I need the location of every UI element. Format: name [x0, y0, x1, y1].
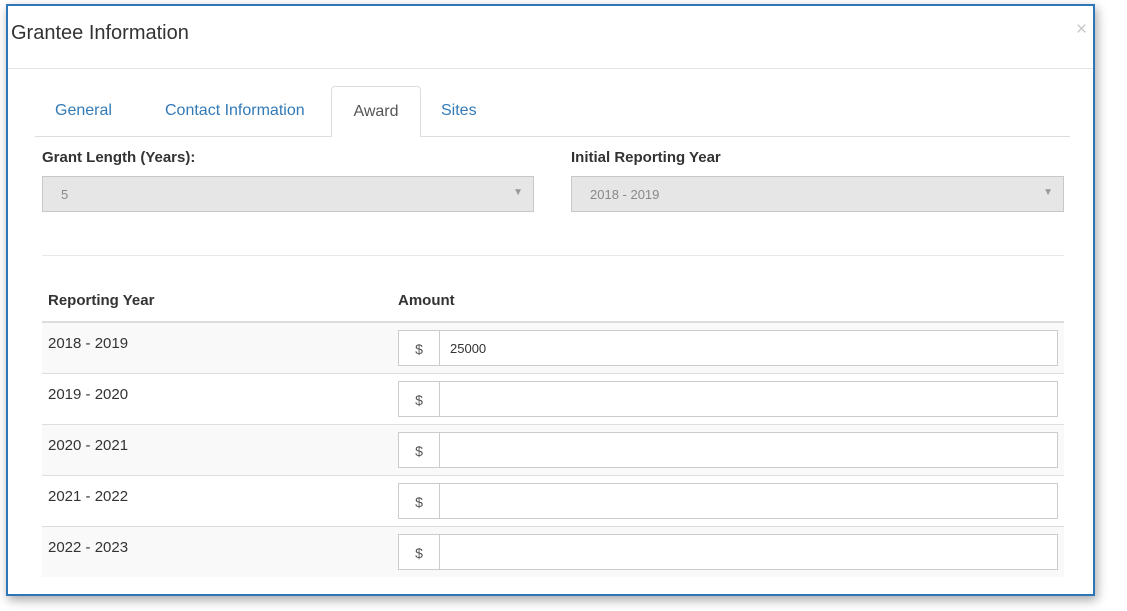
- amount-input-group: $: [398, 483, 1058, 519]
- modal-header: Grantee Information ×: [8, 6, 1093, 69]
- modal-title: Grantee Information: [11, 22, 189, 44]
- caret-down-icon: ▼: [513, 187, 523, 198]
- currency-addon: $: [399, 484, 440, 518]
- reporting-year-cell: 2019 - 2020: [48, 386, 129, 403]
- amount-input[interactable]: [440, 331, 1057, 365]
- tab-contact-information[interactable]: Contact Information: [145, 86, 325, 136]
- grantee-modal: Grantee Information × General Contact In…: [6, 4, 1095, 596]
- currency-addon: $: [399, 331, 440, 365]
- grant-length-label: Grant Length (Years):: [42, 149, 196, 166]
- header-reporting-year: Reporting Year: [48, 292, 155, 309]
- close-icon[interactable]: ×: [1076, 20, 1087, 39]
- section-divider: [42, 255, 1064, 256]
- grant-length-value: 5: [61, 187, 69, 202]
- table-row: 2018 - 2019 $: [42, 323, 1064, 374]
- table-row: 2020 - 2021 $: [42, 425, 1064, 476]
- amount-input[interactable]: [440, 433, 1057, 467]
- header-amount: Amount: [398, 292, 455, 309]
- amount-input[interactable]: [440, 484, 1057, 518]
- reporting-year-cell: 2018 - 2019: [48, 335, 129, 352]
- tab-general[interactable]: General: [35, 86, 132, 136]
- currency-addon: $: [399, 433, 440, 467]
- table-header: Reporting Year Amount: [42, 286, 1064, 323]
- amount-input[interactable]: [440, 535, 1057, 569]
- reporting-year-cell: 2022 - 2023: [48, 539, 129, 556]
- tab-sites[interactable]: Sites: [421, 86, 497, 136]
- reporting-year-cell: 2021 - 2022: [48, 488, 129, 505]
- tab-award[interactable]: Award: [331, 86, 421, 137]
- amount-input-group: $: [398, 432, 1058, 468]
- grant-length-select[interactable]: 5 ▼: [42, 176, 534, 212]
- currency-addon: $: [399, 535, 440, 569]
- caret-down-icon: ▼: [1043, 187, 1053, 198]
- initial-reporting-year-select[interactable]: 2018 - 2019 ▼: [571, 176, 1064, 212]
- amount-input-group: $: [398, 330, 1058, 366]
- amount-input-group: $: [398, 534, 1058, 570]
- amount-input[interactable]: [440, 382, 1057, 416]
- tab-bar: General Contact Information Award Sites: [35, 86, 1070, 137]
- reporting-year-cell: 2020 - 2021: [48, 437, 129, 454]
- award-table: Reporting Year Amount 2018 - 2019 $ 2019…: [42, 286, 1064, 577]
- amount-input-group: $: [398, 381, 1058, 417]
- initial-reporting-year-value: 2018 - 2019: [590, 187, 660, 202]
- table-row: 2022 - 2023 $: [42, 527, 1064, 577]
- initial-reporting-year-label: Initial Reporting Year: [571, 149, 721, 166]
- table-row: 2021 - 2022 $: [42, 476, 1064, 527]
- currency-addon: $: [399, 382, 440, 416]
- table-row: 2019 - 2020 $: [42, 374, 1064, 425]
